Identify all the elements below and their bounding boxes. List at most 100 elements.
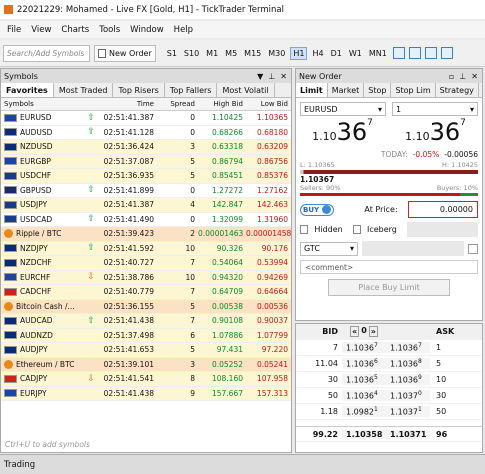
symbol-low-bid: 0.94269 <box>256 272 288 282</box>
dom-bid-qty: 30 <box>327 375 338 384</box>
pin-icon[interactable]: ⊥ <box>459 72 466 81</box>
table-row[interactable]: AUDJPY 02:51:41.653 5 97.431 97.220 <box>1 343 291 358</box>
expiration-input[interactable] <box>362 241 464 256</box>
quantity-select[interactable]: 1 ▾ <box>392 102 478 116</box>
dom-row[interactable]: 11.04 1.10366 1.10368 5 <box>296 356 482 372</box>
dom-row[interactable]: 7 1.10367 1.10367 1 <box>296 340 482 356</box>
table-row[interactable]: Ethereum / BTC 02:51:39.101 3 0.05252 0.… <box>1 357 291 372</box>
tf-m15[interactable]: M15 <box>242 48 263 59</box>
col-time[interactable]: Time <box>101 100 156 108</box>
table-row[interactable]: CADCHF 02:51:40.779 7 0.64709 0.64664 <box>1 285 291 300</box>
col-spread[interactable]: Spread <box>156 100 198 108</box>
table-row[interactable]: EURJPY 02:51:41.438 9 157.667 157.313 <box>1 386 291 401</box>
buy-sell-toggle[interactable]: BUY <box>300 203 335 216</box>
table-row[interactable]: NZDCHF 02:51:40.727 7 0.54064 0.53994 <box>1 256 291 271</box>
float-icon[interactable]: ▫ <box>449 72 454 81</box>
bar-chart-icon[interactable] <box>392 47 405 59</box>
currency-flag-icon <box>4 273 17 282</box>
close-icon[interactable]: ✕ <box>471 72 478 81</box>
table-row[interactable]: CADJPY ⇩ 02:51:41.541 8 108.160 107.958 <box>1 372 291 387</box>
tf-s10[interactable]: S10 <box>182 48 201 59</box>
tf-m5[interactable]: M5 <box>223 48 239 59</box>
sell-price[interactable]: 1.10 36 7 <box>312 118 373 150</box>
col-symbol[interactable]: Symbols <box>1 100 81 108</box>
iceberg-volume-input[interactable] <box>407 222 478 237</box>
tab-top-risers[interactable]: Top Risers <box>113 83 165 97</box>
dom-row[interactable]: 1.18 1.09821 1.10371 50 <box>296 404 482 420</box>
table-row[interactable]: USDCHF 02:51:36.935 5 0.85451 0.85376 <box>1 169 291 184</box>
candle-chart-icon[interactable] <box>408 47 421 59</box>
dom-bid-price: 1.10365 <box>342 374 386 385</box>
tab-market[interactable]: Market <box>328 83 365 97</box>
tab-stop[interactable]: Stop <box>364 83 392 97</box>
close-icon[interactable]: ✕ <box>280 72 287 81</box>
add-symbols-hint[interactable]: Ctrl+U to add symbols <box>1 436 291 452</box>
buy-price[interactable]: 1.10 36 7 <box>405 118 466 150</box>
menu-tools[interactable]: Tools <box>99 25 120 35</box>
tf-h4[interactable]: H4 <box>310 48 325 59</box>
table-row[interactable]: USDCAD ⇧ 02:51:41.490 0 1.32099 1.31960 <box>1 212 291 227</box>
tab-strategy[interactable]: Strategy <box>436 83 479 97</box>
dom-collapse-button[interactable]: « <box>350 326 360 337</box>
table-row[interactable]: AUDUSD ⇧ 02:51:41.128 0 0.68266 0.68180 <box>1 125 291 140</box>
line-chart-icon[interactable] <box>424 47 437 59</box>
table-row[interactable]: Bitcoin Cash /... 02:51:36.155 5 0.00538… <box>1 299 291 314</box>
col-high-bid[interactable]: High Bid <box>198 100 246 108</box>
symbol-spread: 9 <box>190 388 195 398</box>
hidden-checkbox[interactable] <box>300 225 309 234</box>
symbol-low-bid: 1.07799 <box>256 330 288 340</box>
tab-stop-limit[interactable]: Stop Lim <box>391 83 436 97</box>
calendar-icon[interactable] <box>468 243 478 254</box>
table-row[interactable]: EURCHF ⇩ 02:51:38.786 10 0.94320 0.94269 <box>1 270 291 285</box>
pin-icon[interactable]: ⊥ <box>268 72 275 81</box>
place-buy-limit-button[interactable]: Place Buy Limit <box>328 279 450 296</box>
dom-row[interactable]: 30 1.10365 1.10369 10 <box>296 372 482 388</box>
trading-panel-header[interactable]: Trading <box>0 454 485 474</box>
table-row[interactable]: Ripple / BTC 02:51:39.423 2 0.00001463 0… <box>1 227 291 242</box>
dom-row[interactable]: 50 1.10364 1.10370 30 <box>296 388 482 404</box>
tf-h1[interactable]: H1 <box>290 46 308 60</box>
tab-limit[interactable]: Limit <box>296 83 328 97</box>
table-row[interactable]: NZDUSD 02:51:36.424 3 0.63318 0.63209 <box>1 140 291 155</box>
menu-view[interactable]: View <box>31 25 51 35</box>
filter-icon[interactable]: ▼ <box>257 72 263 81</box>
table-row[interactable]: AUDCAD ⇧ 02:51:41.438 7 0.90108 0.90037 <box>1 314 291 329</box>
search-symbols-input[interactable]: Search/Add Symbols <box>3 44 90 62</box>
table-row[interactable]: NZDJPY ⇧ 02:51:41.592 10 90.326 90.176 <box>1 241 291 256</box>
dom-ask-header: ASK <box>436 327 455 336</box>
comment-input[interactable]: <comment> <box>300 260 478 274</box>
dom-expand-button[interactable]: » <box>368 326 378 337</box>
new-order-button[interactable]: New Order <box>94 44 156 62</box>
tab-favorites[interactable]: Favorites <box>1 83 54 97</box>
table-row[interactable]: AUDNZD 02:51:37.498 6 1.07886 1.07799 <box>1 328 291 343</box>
tf-w1[interactable]: W1 <box>347 48 364 59</box>
table-row[interactable]: EURGBP 02:51:37.087 5 0.86794 0.86756 <box>1 154 291 169</box>
menu-charts[interactable]: Charts <box>61 25 89 35</box>
iceberg-checkbox[interactable] <box>352 225 361 234</box>
tf-s1[interactable]: S1 <box>165 48 179 59</box>
symbol-time: 02:51:41.438 <box>103 388 154 398</box>
symbol-time: 02:51:37.498 <box>103 330 154 340</box>
currency-flag-icon <box>4 171 17 180</box>
tf-d1[interactable]: D1 <box>329 48 344 59</box>
buyers-pct: Buyers: 10% <box>436 184 478 192</box>
col-low-bid[interactable]: Low Bid <box>246 100 291 108</box>
menu-help[interactable]: Help <box>174 25 193 35</box>
menu-file[interactable]: File <box>7 25 21 35</box>
symbol-high-bid: 97.431 <box>216 345 243 355</box>
menu-window[interactable]: Window <box>130 25 164 35</box>
tab-top-fallers[interactable]: Top Fallers <box>165 83 218 97</box>
tf-m1[interactable]: M1 <box>204 48 220 59</box>
tab-most-volatile[interactable]: Most Volatil <box>217 83 275 97</box>
tf-m30[interactable]: M30 <box>266 48 287 59</box>
table-row[interactable]: USDJPY 02:51:41.387 4 142.847 142.463 <box>1 198 291 213</box>
symbol-select[interactable]: EURUSD ▾ <box>300 102 386 116</box>
time-in-force-select[interactable]: GTC ▾ <box>300 241 358 256</box>
tab-most-traded[interactable]: Most Traded <box>54 83 114 97</box>
table-row[interactable]: GBPUSD ⇧ 02:51:41.899 0 1.27272 1.27162 <box>1 183 291 198</box>
at-price-input[interactable]: 0.00000 <box>407 201 478 218</box>
area-chart-icon[interactable] <box>440 47 453 59</box>
tf-mn1[interactable]: MN1 <box>367 48 389 59</box>
table-row[interactable]: EURUSD ⇧ 02:51:41.387 0 1.10425 1.10365 <box>1 111 291 126</box>
symbol-name: EURUSD <box>20 113 52 123</box>
